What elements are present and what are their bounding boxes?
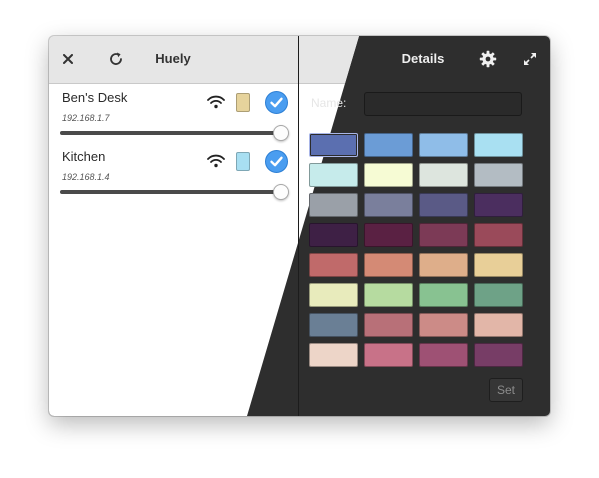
device-ip: 192.168.1.4 [62, 172, 110, 182]
palette-color-swatch[interactable] [309, 283, 358, 307]
palette-color-swatch[interactable] [364, 133, 413, 157]
palette-color-swatch[interactable] [309, 223, 358, 247]
device-name: Kitchen [62, 149, 106, 164]
wifi-icon [207, 154, 225, 168]
palette-color-swatch[interactable] [474, 133, 523, 157]
palette-color-swatch[interactable] [364, 313, 413, 337]
name-input[interactable] [364, 92, 522, 116]
slider-knob[interactable] [273, 125, 289, 141]
palette-color-swatch[interactable] [419, 193, 468, 217]
palette-color-swatch[interactable] [309, 163, 358, 187]
name-label: Name: [311, 96, 347, 110]
palette-color-swatch[interactable] [364, 253, 413, 277]
details-title: Details [401, 51, 445, 66]
device-name: Ben's Desk [62, 90, 128, 105]
palette-color-swatch[interactable] [364, 223, 413, 247]
fullscreen-button[interactable] [518, 47, 542, 71]
color-palette [309, 133, 523, 367]
palette-color-swatch[interactable] [419, 133, 468, 157]
settings-button[interactable] [476, 47, 500, 71]
device-row[interactable]: Kitchen 192.168.1.4 [49, 145, 298, 204]
palette-color-swatch[interactable] [309, 343, 358, 367]
fullscreen-icon [524, 53, 536, 65]
palette-color-swatch[interactable] [419, 343, 468, 367]
slider-track [60, 190, 281, 194]
palette-color-swatch[interactable] [309, 313, 358, 337]
palette-color-swatch[interactable] [474, 343, 523, 367]
palette-color-swatch[interactable] [419, 313, 468, 337]
check-icon[interactable] [265, 150, 288, 173]
close-icon [63, 54, 73, 64]
app-title: Huely [155, 51, 191, 66]
pane-divider [298, 36, 299, 416]
app-window: Huely Details Ben's Desk 192.168.1.7 Kit… [49, 36, 550, 416]
refresh-button[interactable] [104, 47, 128, 71]
palette-color-swatch[interactable] [474, 253, 523, 277]
set-button[interactable]: Set [489, 378, 523, 402]
check-icon[interactable] [265, 91, 288, 114]
device-color-swatch[interactable] [236, 93, 250, 112]
palette-color-swatch[interactable] [364, 163, 413, 187]
palette-color-swatch[interactable] [474, 223, 523, 247]
palette-color-swatch[interactable] [419, 163, 468, 187]
palette-color-swatch[interactable] [309, 253, 358, 277]
palette-color-swatch[interactable] [419, 283, 468, 307]
palette-color-swatch[interactable] [419, 253, 468, 277]
palette-color-swatch[interactable] [474, 193, 523, 217]
device-color-swatch[interactable] [236, 152, 250, 171]
palette-color-swatch[interactable] [364, 343, 413, 367]
device-row[interactable]: Ben's Desk 192.168.1.7 [49, 86, 298, 145]
brightness-slider[interactable] [60, 184, 289, 200]
palette-color-swatch[interactable] [419, 223, 468, 247]
close-button[interactable] [56, 47, 80, 71]
palette-color-swatch[interactable] [364, 283, 413, 307]
palette-color-swatch[interactable] [309, 193, 358, 217]
header-divider [49, 83, 345, 84]
palette-color-swatch[interactable] [474, 313, 523, 337]
palette-color-swatch[interactable] [309, 133, 358, 157]
brightness-slider[interactable] [60, 125, 289, 141]
slider-knob[interactable] [273, 184, 289, 200]
palette-color-swatch[interactable] [364, 193, 413, 217]
slider-track [60, 131, 281, 135]
palette-color-swatch[interactable] [474, 283, 523, 307]
wifi-icon [207, 95, 225, 109]
gear-icon [479, 50, 497, 68]
palette-color-swatch[interactable] [474, 163, 523, 187]
device-ip: 192.168.1.7 [62, 113, 110, 123]
refresh-icon [110, 52, 122, 65]
